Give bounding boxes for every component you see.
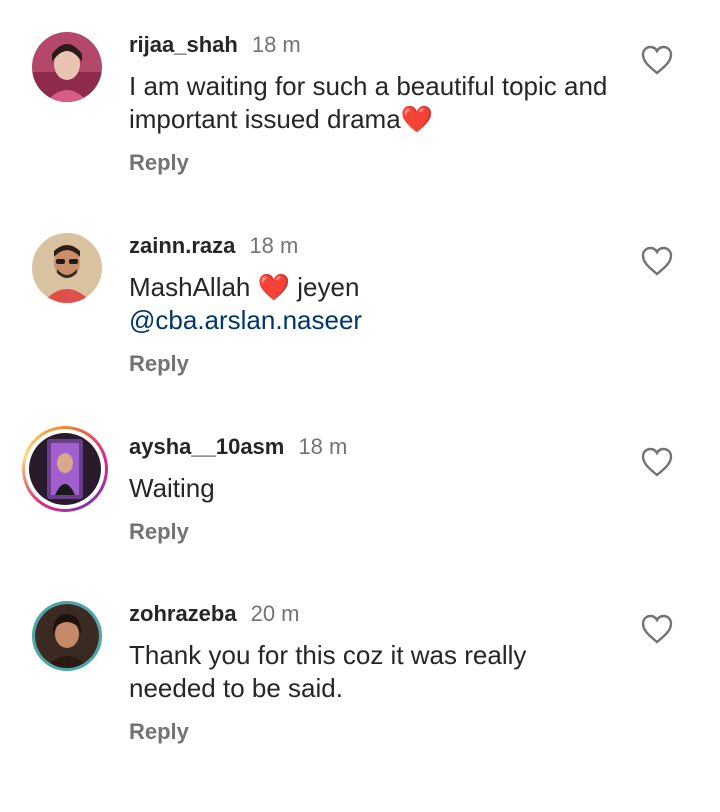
avatar bbox=[29, 433, 101, 505]
timestamp: 18 m bbox=[251, 32, 301, 57]
username[interactable]: rijaa_shah bbox=[129, 32, 238, 58]
comment-text-content: MashAllah bbox=[129, 272, 251, 302]
reply-button[interactable]: Reply bbox=[129, 150, 189, 176]
comment-text-content: Waiting bbox=[129, 473, 215, 503]
avatar-photo bbox=[35, 604, 99, 668]
avatar[interactable] bbox=[32, 233, 102, 303]
username[interactable]: aysha__10asm bbox=[129, 434, 284, 460]
heart-outline-icon[interactable] bbox=[640, 245, 674, 277]
comment-text: Thank you for this coz it was really nee… bbox=[129, 639, 619, 705]
heart-emoji: ❤️ bbox=[257, 272, 291, 302]
heart-outline-icon[interactable] bbox=[640, 446, 674, 478]
comment-text: Waiting bbox=[129, 472, 619, 505]
mention-link[interactable]: @cba.arslan.naseer bbox=[129, 305, 362, 335]
heart-emoji: ❤️ bbox=[400, 104, 434, 134]
comment-text: MashAllah ❤️ jeyen @cba.arslan.naseer bbox=[129, 271, 619, 337]
timestamp: 18 m bbox=[249, 233, 299, 258]
avatar-photo bbox=[32, 233, 102, 303]
reply-button[interactable]: Reply bbox=[129, 519, 189, 545]
avatar[interactable] bbox=[32, 601, 102, 671]
reply-button[interactable]: Reply bbox=[129, 719, 189, 745]
avatar-photo bbox=[32, 32, 102, 102]
avatar-photo bbox=[29, 433, 101, 505]
username[interactable]: zohrazeba bbox=[129, 601, 237, 627]
heart-outline-icon[interactable] bbox=[640, 44, 674, 76]
heart-outline-icon[interactable] bbox=[640, 613, 674, 645]
timestamp: 20 m bbox=[250, 601, 300, 626]
comment-text: I am waiting for such a beautiful topic … bbox=[129, 70, 619, 136]
avatar[interactable] bbox=[32, 32, 102, 102]
comment-text-content: I am waiting for such a beautiful topic … bbox=[129, 71, 608, 134]
avatar-ring-inner bbox=[25, 429, 105, 509]
username[interactable]: zainn.raza bbox=[129, 233, 235, 259]
avatar-story-ring[interactable] bbox=[22, 426, 108, 512]
comment-text-content: Thank you for this coz it was really nee… bbox=[129, 640, 527, 703]
timestamp: 18 m bbox=[298, 434, 348, 459]
comment-text-content: jeyen bbox=[297, 272, 360, 302]
reply-button[interactable]: Reply bbox=[129, 351, 189, 377]
